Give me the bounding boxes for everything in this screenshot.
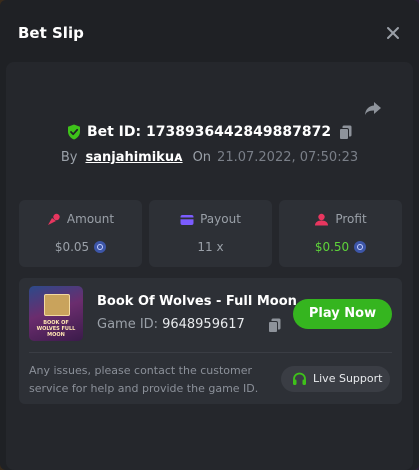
modal-title: Bet Slip	[18, 24, 84, 42]
wallet-icon	[180, 215, 194, 225]
bet-stats: Amount $0.05 Payout 11 x Profit $0.50	[19, 200, 402, 267]
headset-icon	[293, 372, 306, 385]
stat-profit-label-row: Profit	[279, 212, 402, 226]
stat-payout: Payout 11 x	[149, 200, 272, 267]
live-support-button[interactable]: Live Support	[281, 366, 390, 392]
on-label: On	[192, 150, 212, 165]
game-title: Book Of Wolves - Full Moon	[97, 294, 297, 309]
bet-id-text: Bet ID: 1738936442849887872	[86, 124, 332, 140]
game-thumbnail[interactable]: BOOK OF WOLVES FULL MOON	[29, 286, 83, 341]
amount-icon	[47, 213, 60, 225]
verified-shield-icon	[67, 124, 80, 140]
stat-payout-value: 11 x	[197, 240, 224, 254]
by-label: By	[60, 150, 78, 165]
copy-game-id-icon[interactable]	[268, 318, 281, 333]
stat-amount-label: Amount	[66, 212, 115, 226]
currency-coin-icon	[94, 241, 107, 253]
stat-amount: Amount $0.05	[19, 200, 142, 267]
bet-datetime: 21.07.2022, 07:50:23	[217, 150, 359, 165]
stat-profit-value: $0.50	[314, 240, 350, 254]
bet-slip-modal: Bet Slip Bet ID: 1738936442849887872 By s…	[0, 0, 419, 470]
game-thumbnail-caption: BOOK OF WOLVES FULL MOON	[36, 320, 76, 338]
divider	[29, 352, 392, 353]
bet-id-row: Bet ID: 1738936442849887872	[0, 124, 419, 146]
bet-author-row: By sanjahimikuᴀ On 21.07.2022, 07:50:23	[0, 150, 419, 165]
share-icon[interactable]	[363, 98, 383, 118]
stat-amount-label-row: Amount	[19, 212, 142, 226]
game-card: BOOK OF WOLVES FULL MOON Book Of Wolves …	[19, 278, 402, 404]
stat-amount-value: $0.05	[54, 240, 90, 254]
close-icon[interactable]	[385, 25, 401, 41]
game-id-row: Game ID: 9648959617	[97, 317, 245, 332]
currency-coin-icon	[354, 241, 367, 253]
help-text: Any issues, please contact the customer …	[29, 364, 259, 395]
play-now-button[interactable]: Play Now	[293, 299, 392, 329]
stat-payout-label: Payout	[200, 212, 241, 226]
stat-payout-label-row: Payout	[149, 212, 272, 226]
game-id-value: 9648959617	[162, 317, 245, 332]
live-support-label: Live Support	[313, 372, 383, 385]
copy-icon[interactable]	[339, 125, 352, 140]
stat-profit-value-row: $0.50	[279, 240, 402, 254]
game-id-label: Game ID:	[97, 317, 159, 332]
modal-header: Bet Slip	[0, 0, 419, 58]
stat-amount-value-row: $0.05	[19, 240, 142, 254]
stat-profit: Profit $0.50	[279, 200, 402, 267]
stat-profit-label: Profit	[335, 212, 367, 226]
profit-icon	[315, 213, 329, 226]
username-link[interactable]: sanjahimikuᴀ	[85, 150, 182, 165]
book-artwork	[44, 294, 70, 316]
